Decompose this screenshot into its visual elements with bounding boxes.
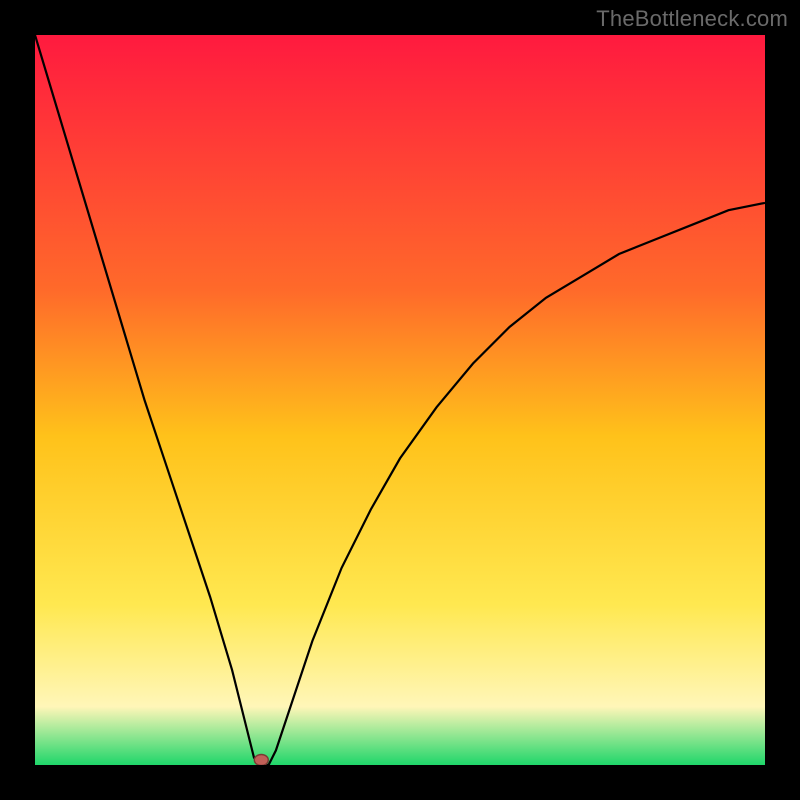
chart-frame: { "watermark": "TheBottleneck.com", "col… — [0, 0, 800, 800]
watermark-text: TheBottleneck.com — [596, 6, 788, 32]
chart-plot — [35, 35, 765, 765]
optimum-marker — [254, 755, 268, 766]
